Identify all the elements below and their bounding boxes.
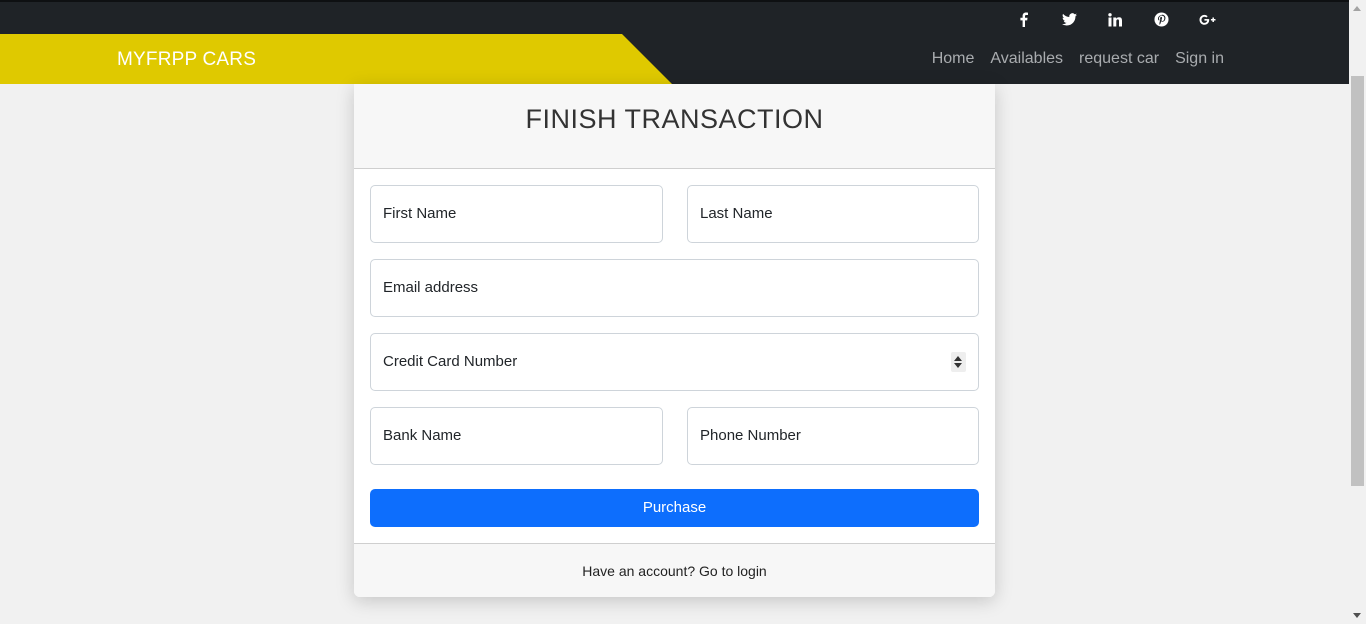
nav-request-car[interactable]: request car [1079, 50, 1159, 68]
bank-name-input[interactable]: Bank Name [370, 407, 663, 465]
twitter-icon[interactable] [1046, 11, 1092, 28]
last-name-input[interactable]: Last Name [687, 185, 979, 243]
first-name-input[interactable]: First Name [370, 185, 663, 243]
social-bar [0, 0, 1349, 34]
number-spinner-icon[interactable] [951, 352, 966, 372]
social-links [1000, 2, 1230, 36]
scroll-up-arrow-icon[interactable] [1353, 6, 1361, 11]
navbar: MYFRPP CARS Home Availables request car … [0, 34, 1349, 84]
transaction-form: First Name Last Name Email address Credi… [354, 169, 995, 543]
card-header: FINISH TRANSACTION [354, 84, 995, 169]
card-title: FINISH TRANSACTION [525, 104, 824, 134]
linkedin-icon[interactable] [1092, 11, 1138, 28]
nav-sign-in[interactable]: Sign in [1175, 50, 1224, 68]
nav-availables[interactable]: Availables [990, 50, 1063, 68]
viewport: MYFRPP CARS Home Availables request car … [0, 0, 1349, 624]
card-footer: Have an account? Go to login [354, 543, 995, 597]
scroll-down-arrow-icon[interactable] [1353, 613, 1361, 618]
credit-card-placeholder: Credit Card Number [383, 353, 518, 370]
brand-background [0, 34, 672, 84]
nav-home[interactable]: Home [932, 50, 975, 68]
pinterest-icon[interactable] [1138, 11, 1184, 28]
phone-number-input[interactable]: Phone Number [687, 407, 979, 465]
login-link[interactable]: Have an account? Go to login [582, 563, 766, 579]
email-input[interactable]: Email address [370, 259, 979, 317]
facebook-icon[interactable] [1000, 11, 1046, 28]
transaction-card: FINISH TRANSACTION First Name Last Name … [354, 84, 995, 597]
credit-card-input[interactable]: Credit Card Number [370, 333, 979, 391]
scrollbar-thumb[interactable] [1351, 76, 1364, 486]
nav-links: Home Availables request car Sign in [916, 34, 1224, 84]
google-plus-icon[interactable] [1184, 11, 1230, 28]
purchase-button[interactable]: Purchase [370, 489, 979, 527]
brand-logo[interactable]: MYFRPP CARS [117, 34, 256, 84]
vertical-scrollbar[interactable] [1349, 0, 1366, 624]
